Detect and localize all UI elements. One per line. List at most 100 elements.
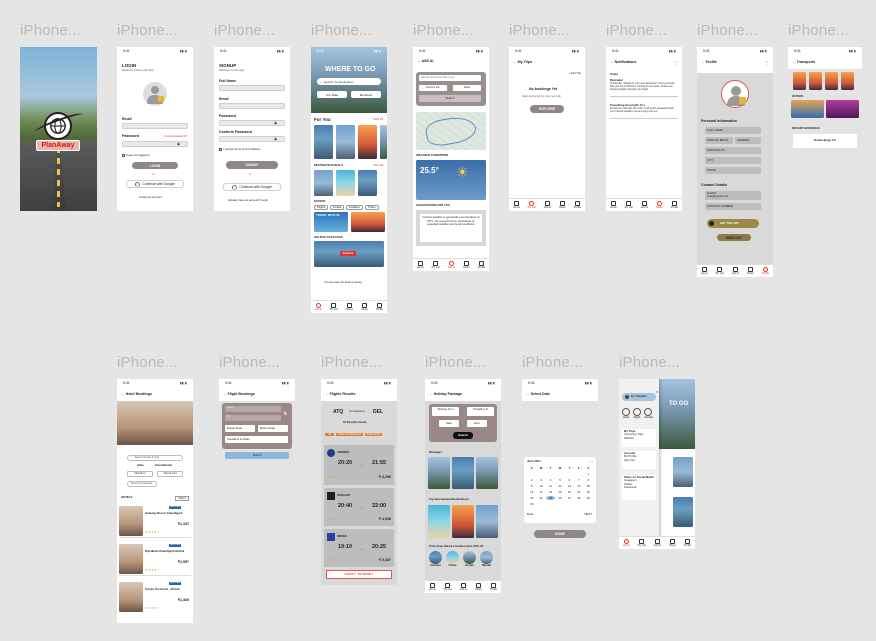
add-trip-button[interactable]: + Add Trip [568, 71, 581, 75]
login-button[interactable]: LOGIN [132, 162, 178, 169]
transport-card[interactable] [793, 72, 806, 90]
nav-share[interactable]: Share [669, 538, 676, 547]
start-date-field[interactable]: Start [439, 420, 459, 427]
nav-add[interactable]: Add to [346, 302, 353, 311]
eye-icon[interactable]: ◉ [177, 142, 180, 146]
calendar-day[interactable]: 24 [536, 496, 545, 500]
view-all-link[interactable]: View All [373, 163, 383, 167]
search-input[interactable]: ⌕ Search for Destination [317, 78, 381, 85]
check-out-field[interactable]: Check Out [157, 471, 183, 477]
nav-profile[interactable]: Profile [376, 302, 383, 311]
nav-home[interactable]: Home [623, 538, 630, 547]
calendar-day[interactable]: 14 [574, 484, 583, 488]
city-circle[interactable]: Istanbul [429, 551, 442, 567]
nav-profile[interactable]: Profile [684, 538, 691, 547]
calendar-day[interactable]: 9 [527, 484, 536, 488]
nav-share[interactable]: Share [747, 266, 754, 275]
nav-home[interactable]: Home [417, 260, 424, 269]
eye-icon[interactable]: ◉ [274, 137, 277, 141]
google-button[interactable]: Continue with Google [223, 183, 281, 191]
menu-row[interactable]: Sign Out [624, 458, 654, 462]
forgot-password-link[interactable]: Forgot password? [165, 134, 187, 138]
holiday-search-button[interactable]: Search [453, 432, 473, 439]
nav-add[interactable]: Add to [544, 200, 551, 209]
destination-card[interactable] [476, 505, 498, 538]
explore-button[interactable]: EXPLORE [530, 105, 564, 113]
nav-add[interactable]: Add to [448, 260, 455, 269]
filter-button[interactable]: Filters [175, 496, 189, 502]
deal-card[interactable] [314, 170, 333, 196]
nav-home[interactable]: Home [610, 200, 617, 209]
destination-card[interactable] [452, 505, 474, 538]
calendar-day[interactable]: 23 [527, 496, 536, 500]
flight-card[interactable]: AIRINDIA 20:20 → 21:55 ★★★★☆ ₹ 3,296 [324, 445, 394, 485]
calendar-day[interactable]: 26 [555, 496, 564, 500]
deal-card[interactable] [336, 170, 355, 196]
calendar-day[interactable]: 1 [584, 472, 593, 476]
calendar-day[interactable]: 16 [527, 490, 536, 494]
create-account-link[interactable]: Create an account [139, 195, 162, 199]
swap-icon[interactable]: ⇅ [283, 411, 287, 417]
sign-out-button[interactable]: SIGN OUT [717, 234, 751, 241]
destination-card[interactable] [336, 125, 355, 159]
avatar[interactable] [721, 80, 749, 108]
google-button[interactable]: Continue with Google [126, 180, 184, 188]
calendar-day[interactable]: 13 [565, 484, 574, 488]
calendar-day[interactable]: 22 [584, 490, 593, 494]
phone-field[interactable]: CONTACT NUMBER [705, 203, 761, 210]
nav-my-list[interactable]: My List [638, 538, 646, 547]
members-select[interactable]: Members [351, 91, 381, 98]
terms-checkbox[interactable]: I accept terms and Conditions [219, 147, 261, 152]
calendar-day[interactable]: 19 [555, 490, 564, 494]
offer-chip[interactable]: Holidays [346, 205, 363, 211]
rooms-guests-field[interactable]: Rooms & Guests [127, 481, 157, 487]
nav-add[interactable]: Add to [641, 200, 648, 209]
gender-field[interactable]: GENDER [735, 137, 761, 144]
calendar-day[interactable]: 3 [536, 478, 545, 482]
offer-chip[interactable]: Hotels [330, 205, 345, 211]
nav-share[interactable]: Share [361, 302, 368, 311]
deal-card[interactable] [358, 170, 377, 196]
calendar-day[interactable]: 18 [546, 490, 555, 494]
menu-row[interactable]: Wishlist [624, 436, 654, 440]
nav-add[interactable]: Add to [460, 582, 467, 591]
travellers-field[interactable]: Travellers & Class [225, 436, 288, 443]
menu-row[interactable]: Facebook [624, 485, 654, 489]
transport-card[interactable] [809, 72, 822, 90]
flight-search-button[interactable]: Search [225, 452, 289, 459]
view-all-link[interactable]: View All [373, 117, 383, 121]
notification-item[interactable]: Reminder Hi Traveller ! Ready for your n… [610, 78, 678, 91]
email-field[interactable]: Email ID user@gmail.com [705, 191, 761, 200]
app-toggle[interactable]: GET THE APP [707, 219, 759, 228]
nav-profile[interactable]: Profile [490, 582, 497, 591]
next-link[interactable]: NEXT [585, 512, 592, 516]
close-icon[interactable]: × [656, 389, 658, 394]
nav-share[interactable]: Share [475, 582, 482, 591]
calendar-day[interactable]: 10 [536, 484, 545, 488]
hotel-search-input[interactable]: ⌕ Search Hotel & City [127, 455, 183, 461]
calendar-day[interactable]: 6 [565, 478, 574, 482]
nav-profile[interactable]: Profile [762, 266, 769, 275]
to-input[interactable]: Dest [453, 85, 481, 91]
more-icon[interactable]: ⋮ [674, 60, 678, 65]
nav-home[interactable]: Home [315, 302, 322, 311]
offer-chip[interactable]: Trains [364, 205, 379, 211]
offer-chip[interactable]: Flights [314, 205, 329, 211]
calendar-day[interactable]: 15 [584, 484, 593, 488]
tab-india[interactable]: India [137, 463, 144, 467]
starting-from-field[interactable]: Starting from [432, 407, 459, 416]
city-circle[interactable]: Manali [480, 551, 493, 567]
city-circle[interactable]: Oman [446, 551, 459, 567]
calendar-day[interactable]: 30 [527, 502, 536, 506]
flight-card[interactable]: SPICEJET 20:40 → 22:00 ★★★★☆ ₹ 4,938 [324, 488, 394, 526]
calendar-day[interactable]: 25 [545, 496, 556, 500]
travelling-to-field[interactable]: Travelling To [467, 407, 494, 416]
nav-profile[interactable]: Profile [574, 200, 581, 209]
full-name-field[interactable]: FULL NAME [705, 127, 761, 134]
nav-home[interactable]: Home [701, 266, 708, 275]
keep-logged-checkbox[interactable]: Keep me logged in [122, 153, 150, 158]
nav-add[interactable]: Add to [654, 538, 661, 547]
nav-my-list[interactable]: My List [625, 200, 633, 209]
calendar-day[interactable]: 11 [546, 484, 555, 488]
login-link[interactable]: Already have an account? Login [228, 198, 268, 202]
